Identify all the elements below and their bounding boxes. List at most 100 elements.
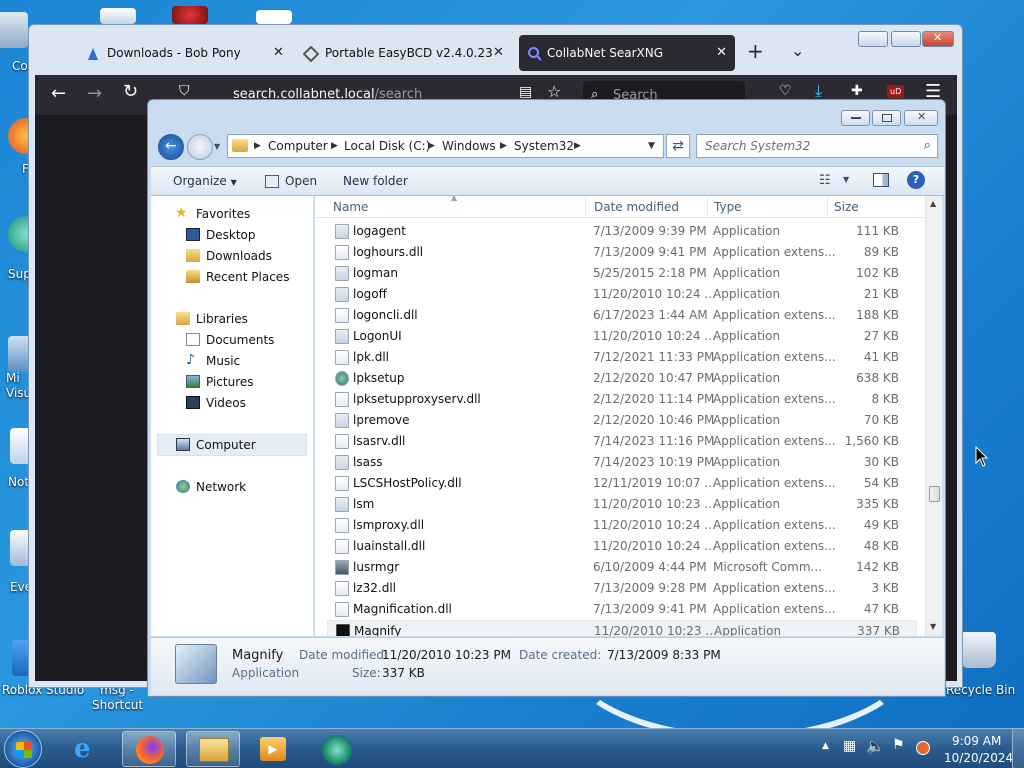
breadcrumb-windows[interactable]: Windows	[442, 135, 496, 157]
file-row[interactable]: logman 5/25/2015 2:18 PM Application 102 KB	[327, 263, 917, 284]
file-row[interactable]: LogonUI 11/20/2010 10:24 ... Application 27…	[327, 326, 917, 347]
nav-favorites[interactable]: ★ Favorites	[175, 204, 250, 224]
tab-close-icon[interactable]: ✕	[716, 35, 727, 71]
start-button[interactable]	[4, 730, 42, 768]
tab-close-icon[interactable]: ✕	[273, 45, 284, 60]
forward-button[interactable]	[187, 134, 213, 160]
explorer-minimize-button[interactable]	[841, 110, 870, 126]
reload-button[interactable]: ↻	[123, 81, 138, 102]
ublock-icon[interactable]: uD	[887, 85, 905, 98]
list-all-tabs-button[interactable]: ⌄	[791, 41, 804, 60]
scroll-up-arrow-icon[interactable]: ▲	[930, 199, 936, 208]
breadcrumb-computer[interactable]: Computer	[268, 135, 328, 157]
top-desktop-icon-2[interactable]	[172, 6, 208, 24]
new-folder-button[interactable]: New folder	[343, 174, 408, 188]
breadcrumb-system32[interactable]: System32	[514, 135, 574, 157]
nav-recent-places[interactable]: Recent Places	[186, 267, 289, 287]
show-desktop-button[interactable]	[1012, 729, 1024, 768]
tab-downloads-bob-pony[interactable]: Downloads - Bob Pony	[79, 35, 291, 71]
tracking-shield-icon[interactable]: ⛉	[179, 83, 190, 99]
nav-downloads[interactable]: Downloads	[186, 246, 272, 266]
help-icon[interactable]: ?	[907, 171, 925, 189]
file-row[interactable]: lpremove 2/12/2020 10:46 PM Application 70 …	[327, 410, 917, 431]
nav-music[interactable]: ♪ Music	[186, 351, 240, 371]
file-row[interactable]: lpksetupproxyserv.dll 2/12/2020 11:14 PM A…	[327, 389, 917, 410]
column-divider[interactable]	[707, 198, 708, 216]
nav-computer[interactable]: Computer	[176, 435, 256, 455]
open-button[interactable]: Open	[285, 174, 317, 188]
clock-date[interactable]: 10/20/2024	[944, 751, 1013, 765]
column-name[interactable]: Name	[333, 200, 368, 214]
change-view-icon[interactable]: ☷	[819, 173, 831, 188]
column-size[interactable]: Size	[834, 200, 859, 214]
forward-button[interactable]: →	[87, 83, 102, 104]
tab-portable-easybcd[interactable]: Portable EasyBCD v2.4.0.237 Co	[297, 35, 493, 71]
column-date-modified[interactable]: Date modified	[594, 200, 679, 214]
file-row[interactable]: logagent 7/13/2009 9:39 PM Application 111 …	[327, 221, 917, 242]
explorer-maximize-button[interactable]	[872, 110, 901, 126]
file-row[interactable]: Magnification.dll 7/13/2009 9:41 PM Applic…	[327, 599, 917, 620]
file-row[interactable]: lsasrv.dll 7/14/2023 11:16 PM Application …	[327, 431, 917, 452]
maximize-button[interactable]	[891, 31, 921, 47]
alert-tray-icon[interactable]	[916, 741, 930, 755]
top-desktop-icon-1[interactable]	[100, 8, 136, 24]
recycle-bin-desktop-icon[interactable]	[960, 632, 996, 668]
change-view-dropdown-icon[interactable]: ▼	[843, 175, 849, 184]
scroll-thumb[interactable]	[929, 486, 940, 502]
breadcrumb-local-disk[interactable]: Local Disk (C:)	[344, 135, 430, 157]
taskbar-file-explorer[interactable]	[186, 731, 240, 767]
action-center-flag-icon[interactable]: ⚑	[892, 737, 905, 753]
nav-desktop[interactable]: Desktop	[186, 225, 256, 245]
nav-videos[interactable]: Videos	[186, 393, 246, 413]
file-row[interactable]: logoff 11/20/2010 10:24 ... Application 21 …	[327, 284, 917, 305]
file-row[interactable]: LSCSHostPolicy.dll 12/11/2019 10:07 ... Ap…	[327, 473, 917, 494]
taskbar-firefox[interactable]	[122, 731, 176, 767]
downloads-icon[interactable]: ⤓	[815, 81, 822, 101]
column-divider[interactable]	[585, 198, 586, 216]
pocket-icon[interactable]: ♡	[779, 83, 792, 99]
new-tab-button[interactable]: +	[747, 39, 764, 63]
nav-libraries[interactable]: Libraries	[176, 309, 248, 329]
breadcrumb-separator-icon[interactable]: ▶	[428, 135, 435, 157]
file-row[interactable]: lsass 7/14/2023 10:19 PM Application 30 KB	[327, 452, 917, 473]
refresh-button[interactable]: ⇄	[666, 134, 690, 158]
breadcrumb-separator-icon[interactable]: ▶	[254, 135, 261, 157]
nav-documents[interactable]: Documents	[186, 330, 274, 350]
file-row[interactable]: lsmproxy.dll 11/20/2010 10:24 ... Applicat…	[327, 515, 917, 536]
clock-time[interactable]: 9:09 AM	[952, 734, 1001, 748]
organize-button[interactable]: Organize ▼	[173, 174, 237, 188]
taskbar-internet-explorer[interactable]: e	[62, 731, 116, 767]
back-button[interactable]: ←	[158, 134, 184, 160]
close-button[interactable]: ✕	[922, 31, 954, 47]
address-bar[interactable]: ▶ Computer ▶ Local Disk (C:) ▶ Windows ▶…	[227, 134, 664, 158]
volume-icon[interactable]: 🔈	[866, 737, 885, 755]
show-hidden-icons-icon[interactable]: ▲	[822, 741, 829, 751]
file-row[interactable]: lpksetup 2/12/2020 10:47 PM Application 638…	[327, 368, 917, 389]
file-row[interactable]: logoncli.dll 6/17/2023 1:44 AM Application…	[327, 305, 917, 326]
file-row[interactable]: luainstall.dll 11/20/2010 10:24 ... Applic…	[327, 536, 917, 557]
file-row[interactable]: loghours.dll 7/13/2009 9:41 PM Application…	[327, 242, 917, 263]
tab-close-icon[interactable]: ✕	[493, 45, 504, 60]
taskbar-collabnet-app[interactable]	[310, 731, 364, 767]
reader-view-icon[interactable]: ▤	[519, 84, 532, 100]
taskbar-media-player[interactable]: ▶	[246, 731, 300, 767]
nav-pictures[interactable]: Pictures	[186, 372, 254, 392]
file-row[interactable]: lpk.dll 7/12/2021 11:33 PM Application ext…	[327, 347, 917, 368]
breadcrumb-separator-icon[interactable]: ▶	[331, 135, 338, 157]
scroll-down-arrow-icon[interactable]: ▼	[930, 622, 936, 631]
breadcrumb-separator-icon[interactable]: ▶	[500, 135, 507, 157]
preview-pane-icon[interactable]	[873, 173, 889, 187]
nav-network[interactable]: Network	[176, 477, 246, 497]
search-input[interactable]: Search System32 ⌕	[696, 134, 938, 158]
file-row[interactable]: lsm 11/20/2010 10:23 ... Application 335 KB	[327, 494, 917, 515]
file-row[interactable]: lusrmgr 6/10/2009 4:44 PM Microsoft Comm..…	[327, 557, 917, 578]
extensions-icon[interactable]: ✚	[851, 83, 863, 99]
network-tray-icon[interactable]: ▦	[843, 738, 856, 754]
address-dropdown-icon[interactable]: ▼	[648, 135, 655, 157]
file-row[interactable]: lz32.dll 7/13/2009 9:28 PM Application ext…	[327, 578, 917, 599]
back-button[interactable]: ←	[51, 83, 66, 104]
recent-pages-dropdown-icon[interactable]: ▼	[214, 142, 220, 151]
file-row[interactable]: Magnify 11/20/2010 10:23 ... Application 33…	[327, 620, 917, 636]
column-divider[interactable]	[827, 198, 828, 216]
explorer-close-button[interactable]: ✕	[904, 110, 938, 126]
